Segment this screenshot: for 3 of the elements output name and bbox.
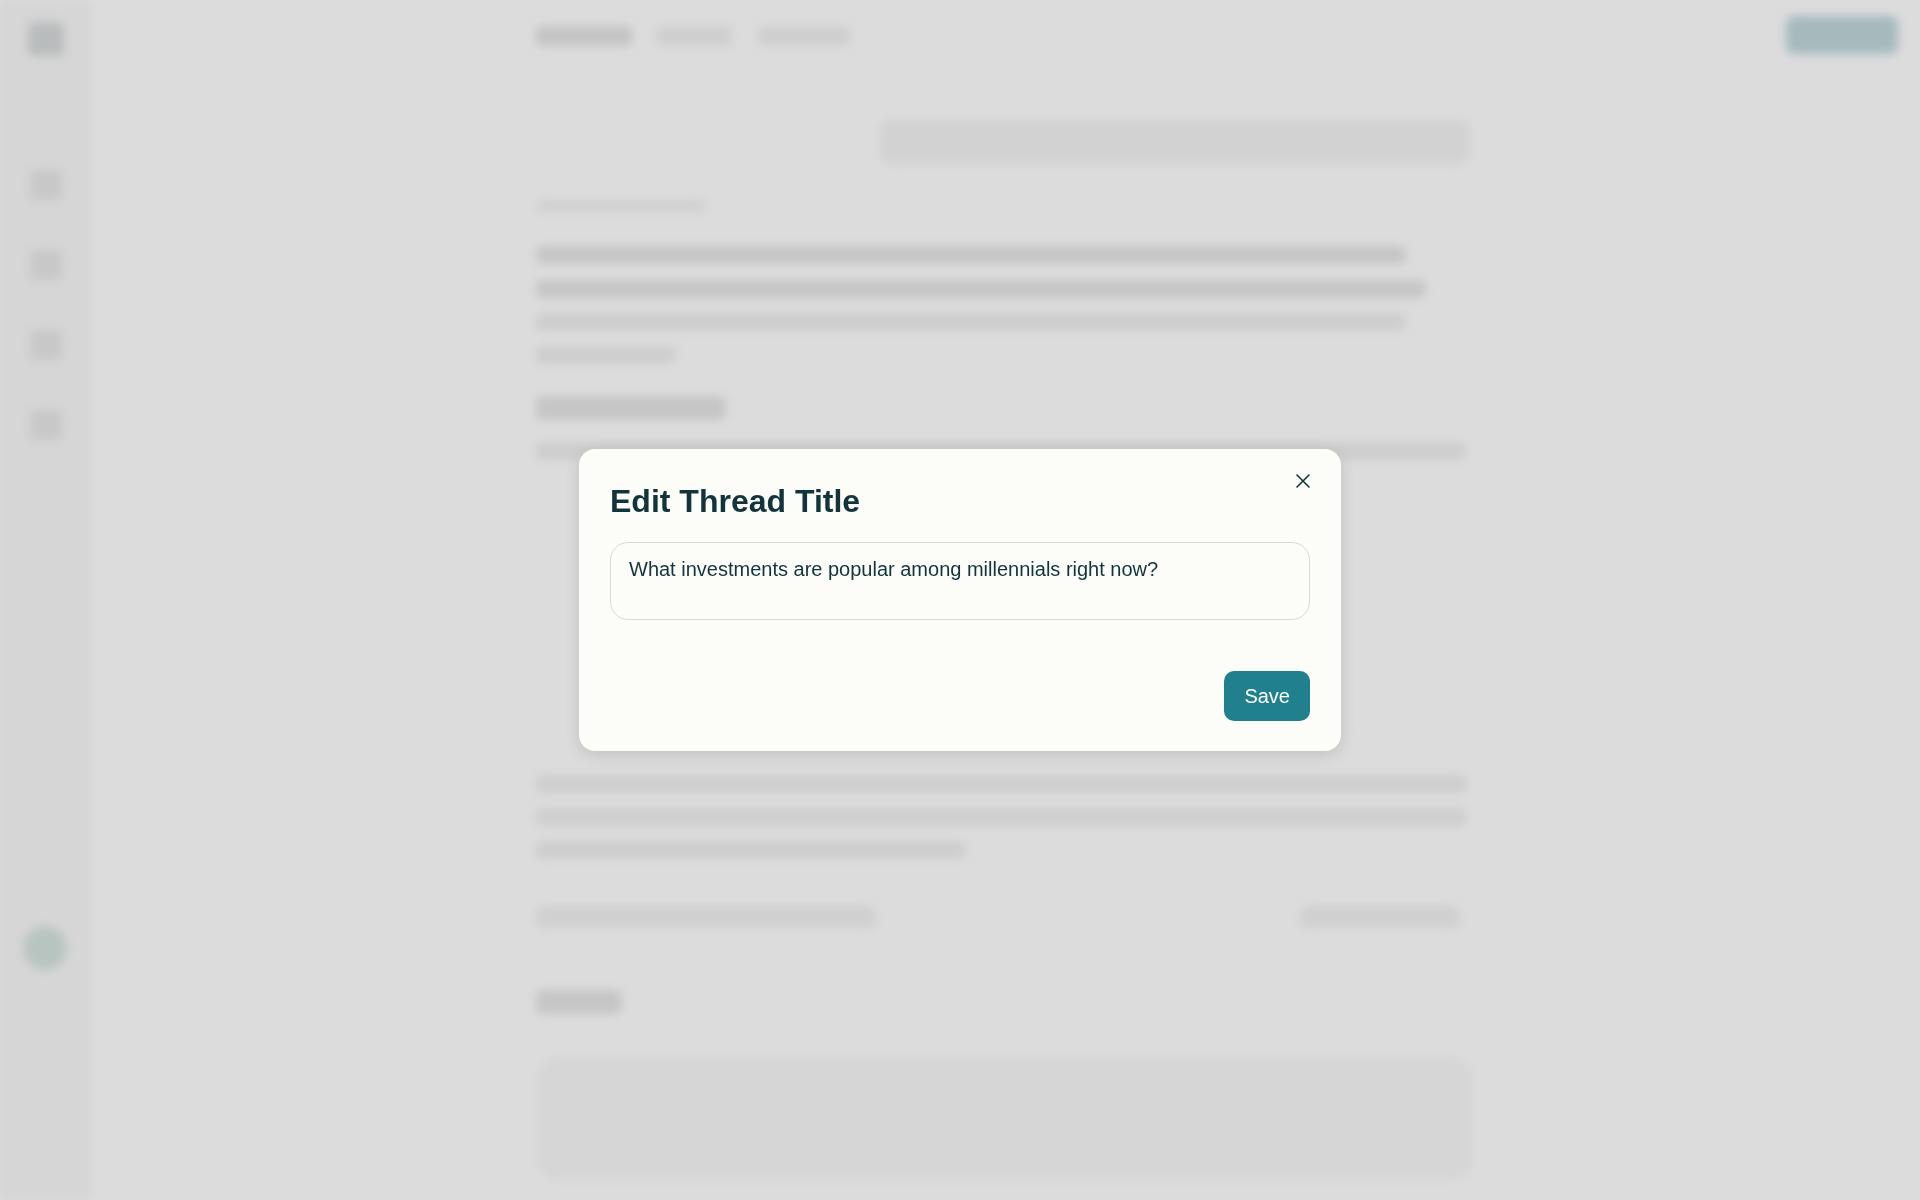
save-button[interactable]: Save [1224, 671, 1310, 721]
title-input-field[interactable]: What investments are popular among millennials right now? [610, 542, 1310, 621]
dialog-title: Edit Thread Title [610, 482, 862, 521]
